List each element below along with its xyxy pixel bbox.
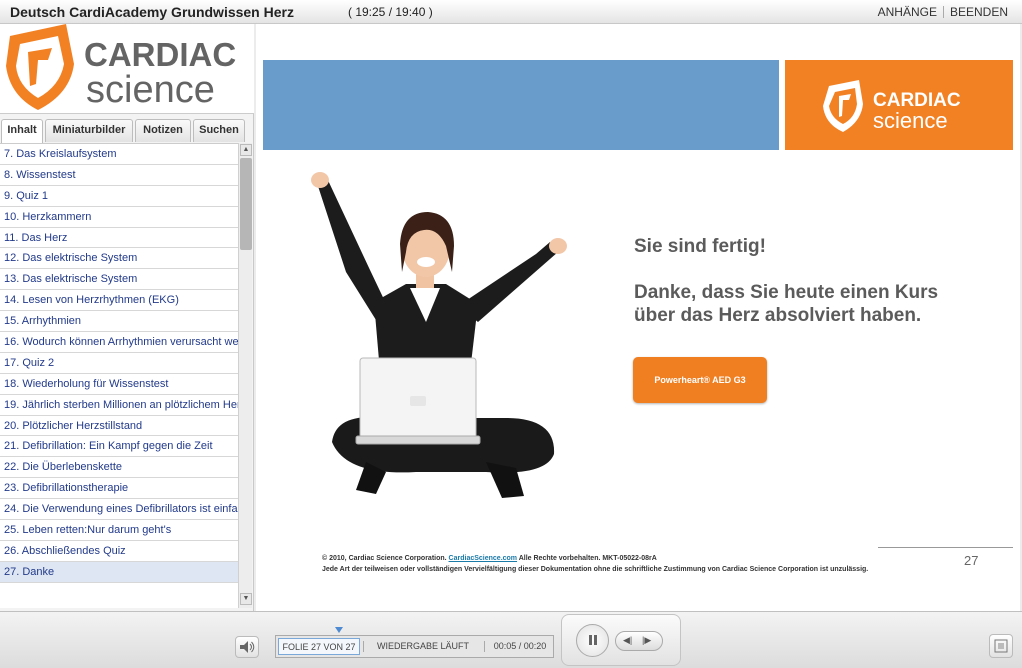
tab-notes[interactable]: Notizen <box>135 119 191 142</box>
course-time: ( 19:25 / 19:40 ) <box>348 5 433 19</box>
toc-item[interactable]: 18. Wiederholung für Wissenstest <box>0 374 238 395</box>
playback-status: FOLIE 27 VON 27 WIEDERGABE LÄUFT 00:05 /… <box>275 635 554 658</box>
toc-item[interactable]: 14. Lesen von Herzrhythmen (EKG) <box>0 290 238 312</box>
attachments-link[interactable]: ANHÄNGE <box>878 5 937 19</box>
toc-item[interactable]: 25. Leben retten:Nur darum geht's <box>0 520 238 541</box>
toc-item[interactable]: 16. Wodurch können Arrhythmien verursach… <box>0 332 238 353</box>
toc-item[interactable]: 19. Jährlich sterben Millionen an plötzl… <box>0 395 238 416</box>
scroll-down-icon[interactable]: ▼ <box>240 593 252 605</box>
logo-line-1: CARDIAC <box>84 36 236 73</box>
tab-contents[interactable]: Inhalt <box>1 119 43 143</box>
playback-state: WIEDERGABE LÄUFT <box>376 641 469 651</box>
toc-item[interactable]: 13. Das elektrische System <box>0 269 238 291</box>
volume-button[interactable] <box>235 636 259 658</box>
elapsed-time: 00:05 / 00:20 <box>493 641 547 651</box>
toc-item[interactable]: 26. Abschließendes Quiz <box>0 541 238 562</box>
toc-item[interactable]: 24. Die Verwendung eines Defibrillators … <box>0 499 238 521</box>
top-links: ANHÄNGE BEENDEN <box>878 5 1008 19</box>
toc-item[interactable]: 23. Defibrillationstherapie <box>0 478 238 500</box>
top-bar: Deutsch CardiAcademy Grundwissen Herz ( … <box>0 0 1022 24</box>
toc-item[interactable]: 15. Arrhythmien <box>0 311 238 333</box>
slide-thanks-text: Danke, dass Sie heute einen Kurs über da… <box>634 282 939 326</box>
banner-logo-line-2: science <box>873 108 948 133</box>
toc-item[interactable]: 7. Das Kreislaufsystem <box>0 144 238 165</box>
divider <box>942 6 944 18</box>
slide-headline: Sie sind fertig! <box>634 236 766 257</box>
sidebar: CARDIAC science Inhalt Miniaturbilder No… <box>0 24 254 611</box>
slide-navigation: ◀| |▶ <box>615 631 663 651</box>
fullscreen-icon <box>994 639 1008 653</box>
previous-slide-icon[interactable]: ◀| <box>623 635 632 646</box>
toc-item[interactable]: 10. Herzkammern <box>0 207 238 228</box>
toc-item[interactable]: 21. Defibrillation: Ein Kampf gegen die … <box>0 436 238 458</box>
fullscreen-button[interactable] <box>989 634 1013 658</box>
scroll-thumb[interactable] <box>240 158 252 250</box>
scrollbar[interactable]: ▲ ▼ <box>238 143 252 608</box>
tab-search[interactable]: Suchen <box>193 119 245 142</box>
next-slide-icon[interactable]: |▶ <box>642 635 651 646</box>
slide-footer-line-2: Jede Art der teilweisen oder vollständig… <box>322 566 869 573</box>
blue-banner <box>263 60 779 150</box>
copyright-text: © 2010, Cardiac Science Corporation. <box>322 555 447 562</box>
scroll-up-icon[interactable]: ▲ <box>240 144 252 156</box>
toc-item[interactable]: 8. Wissenstest <box>0 165 238 186</box>
toc-item[interactable]: 27. Danke <box>0 561 238 583</box>
slide-indicator: FOLIE 27 VON 27 <box>278 638 360 655</box>
tab-thumbnails[interactable]: Miniaturbilder <box>45 119 133 142</box>
speaker-icon <box>240 641 255 653</box>
sidebar-tabs: Inhalt Miniaturbilder Notizen Suchen <box>0 119 254 143</box>
slide-area: CARDIAC science Sie sind fertig! Danke, … <box>256 24 1020 611</box>
playhead-marker-icon[interactable] <box>335 627 343 633</box>
toc-item[interactable]: 11. Das Herz <box>0 228 238 249</box>
toc-item[interactable]: 12. Das elektrische System <box>0 248 238 270</box>
rights-text: Alle Rechte vorbehalten. MKT-05022-08rA <box>518 555 657 562</box>
toc-item[interactable]: 9. Quiz 1 <box>0 186 238 207</box>
powerheart-aed-button[interactable]: Powerheart® AED G3 <box>633 357 767 403</box>
course-title: Deutsch CardiAcademy Grundwissen Herz <box>10 4 294 20</box>
table-of-contents: 7. Das Kreislaufsystem 8. Wissenstest 9. Q… <box>0 143 238 608</box>
pause-button[interactable] <box>576 624 609 657</box>
woman-with-laptop-image <box>311 172 567 498</box>
cardiac-science-logo: CARDIAC science <box>6 24 236 111</box>
toc-item[interactable]: 17. Quiz 2 <box>0 353 238 374</box>
toc-item[interactable]: 20. Plötzlicher Herzstillstand <box>0 416 238 437</box>
divider <box>878 547 1013 548</box>
player-window: Deutsch CardiAcademy Grundwissen Herz ( … <box>0 0 1022 668</box>
toc-item[interactable]: 22. Die Überlebenskette <box>0 457 238 479</box>
slide-page-number: 27 <box>964 553 979 568</box>
slide-footer-line-1: © 2010, Cardiac Science Corporation. Car… <box>322 555 657 562</box>
banner-logo: CARDIAC science <box>823 80 961 133</box>
cardiacscience-link[interactable]: CardiacScience.com <box>449 555 517 562</box>
pause-icon <box>588 635 597 646</box>
orange-banner: CARDIAC science <box>785 60 1013 150</box>
exit-link[interactable]: BEENDEN <box>950 5 1008 19</box>
divider <box>484 641 485 652</box>
logo: CARDIAC science <box>0 24 254 114</box>
divider <box>363 641 364 652</box>
playback-bar: FOLIE 27 VON 27 WIEDERGABE LÄUFT 00:05 /… <box>0 611 1022 668</box>
logo-line-2: science <box>86 69 215 111</box>
player-controls: ◀| |▶ <box>561 614 681 666</box>
